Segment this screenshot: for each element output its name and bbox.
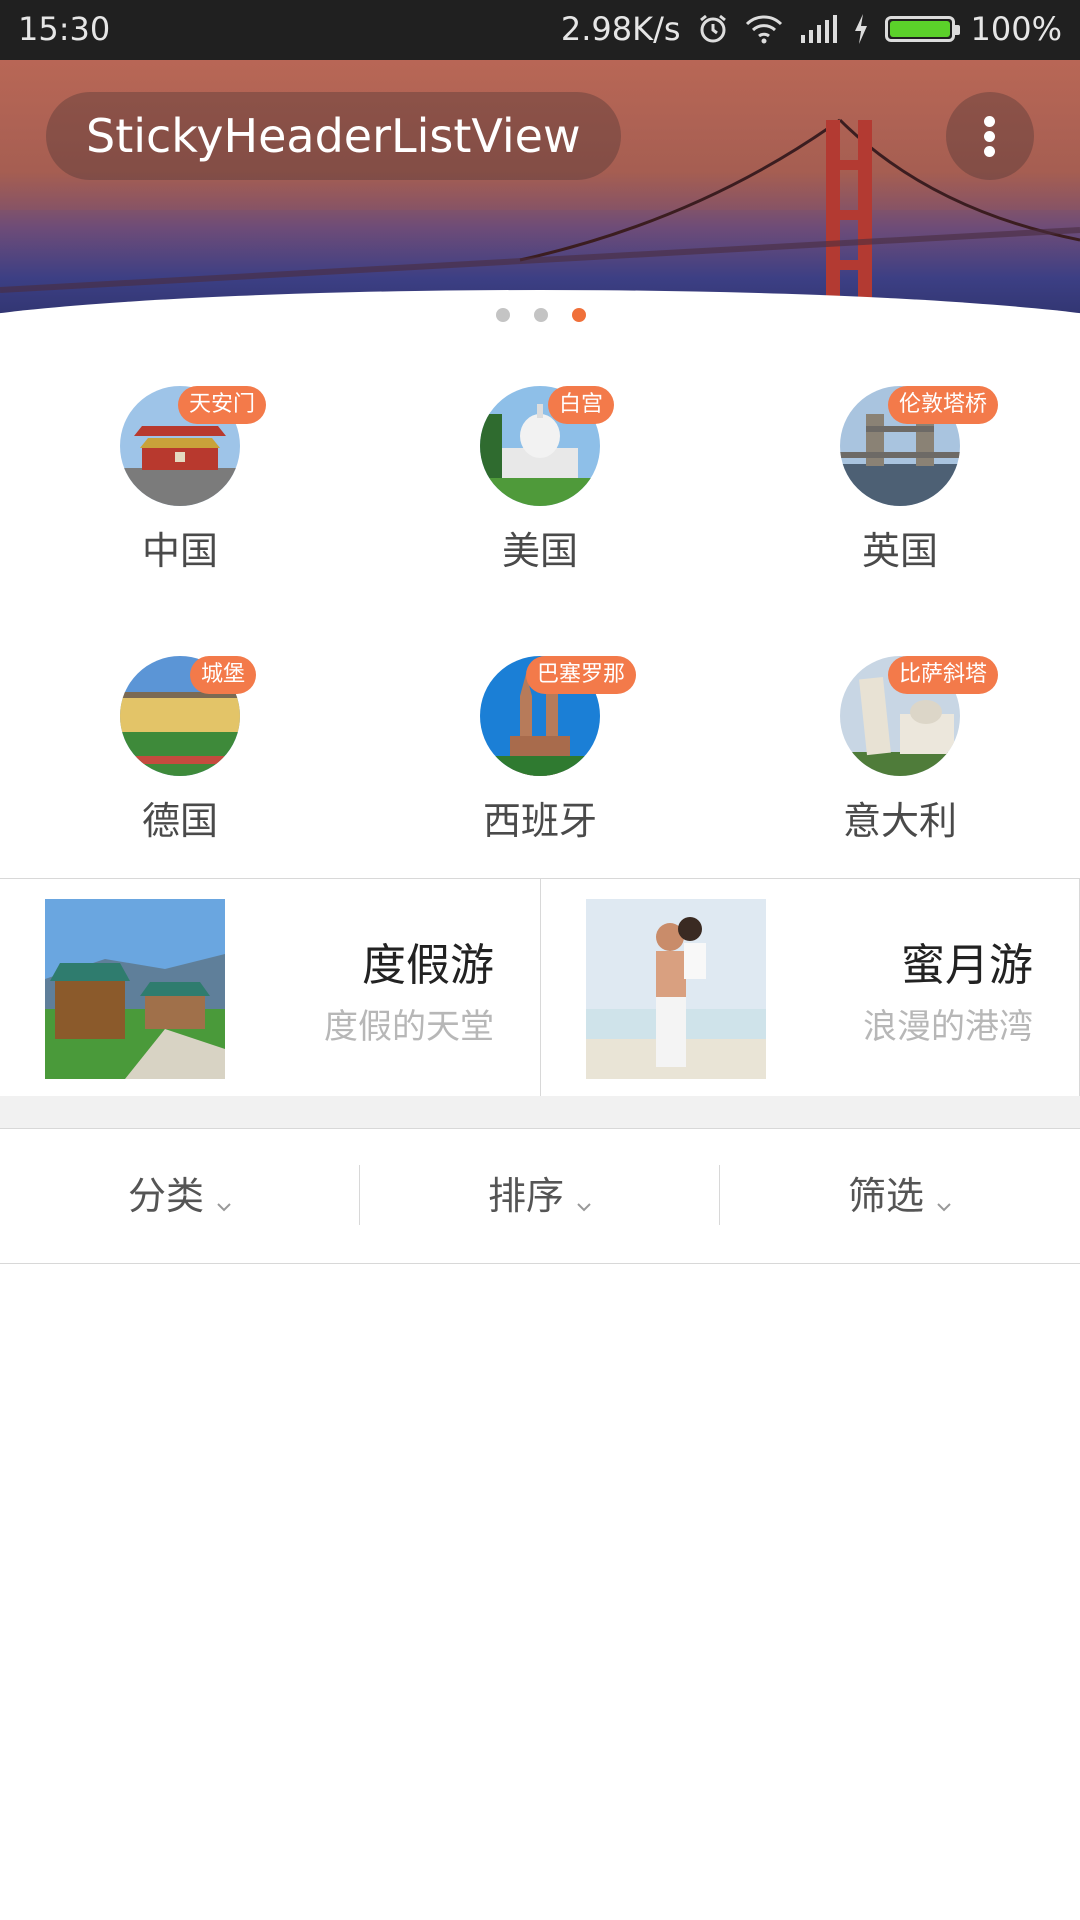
status-bar: 15:30 2.98K/s 100%: [0, 0, 1080, 60]
carousel-dot[interactable]: [496, 308, 510, 322]
promo-card-vacation[interactable]: 度假游 度假的天堂: [0, 879, 540, 1097]
promo-card-honeymoon[interactable]: 蜜月游 浪漫的港湾: [540, 879, 1080, 1097]
promo-title: 蜜月游: [901, 940, 1033, 991]
filter-label: 分类: [127, 1174, 204, 1218]
badge: 巴塞罗那: [526, 656, 637, 694]
carousel-indicator: [496, 308, 586, 322]
more-vert-icon[interactable]: [946, 92, 1034, 180]
app-title: StickyHeaderListView: [46, 92, 621, 180]
badge: 伦敦塔桥: [888, 386, 999, 424]
chevron-down-icon: [216, 1132, 232, 1266]
country-label: 西班牙: [482, 799, 597, 843]
network-speed: 2.98K/s: [560, 10, 681, 48]
promo-subtitle: 浪漫的港湾: [863, 1007, 1033, 1047]
destination-usa[interactable]: 白宫 美国: [360, 380, 720, 650]
country-label: 美国: [501, 529, 578, 573]
couple-beach-image: [586, 899, 766, 1079]
resort-image: [45, 899, 225, 1079]
battery-icon: [884, 16, 960, 42]
filter-bar: 分类 排序 筛选: [0, 1129, 1080, 1264]
carousel-dot[interactable]: [572, 308, 586, 322]
destination-china[interactable]: 天安门 中国: [0, 380, 360, 650]
country-label: 中国: [141, 529, 218, 573]
battery-percent: 100%: [970, 10, 1062, 48]
country-label: 德国: [141, 799, 218, 843]
promo-subtitle: 度假的天堂: [324, 1007, 494, 1047]
charging-icon: [853, 14, 869, 44]
promo-title: 度假游: [362, 940, 494, 991]
carousel-dot[interactable]: [534, 308, 548, 322]
filter-filter-dropdown[interactable]: 筛选: [720, 1129, 1080, 1263]
section-divider: [0, 1096, 1080, 1129]
alarm-icon: [697, 13, 729, 45]
destination-uk[interactable]: 伦敦塔桥 英国: [720, 380, 1080, 650]
filter-label: 排序: [487, 1174, 564, 1218]
chevron-down-icon: [936, 1132, 952, 1266]
filter-sort-dropdown[interactable]: 排序: [360, 1129, 720, 1263]
badge: 城堡: [190, 656, 257, 694]
status-time: 15:30: [18, 10, 111, 48]
badge: 白宫: [548, 386, 615, 424]
badge: 天安门: [178, 386, 267, 424]
country-label: 英国: [861, 529, 938, 573]
country-label: 意大利: [842, 799, 957, 843]
chevron-down-icon: [576, 1132, 592, 1266]
signal-icon: [799, 15, 837, 43]
filter-category-dropdown[interactable]: 分类: [0, 1129, 360, 1263]
status-icons: 2.98K/s 100%: [561, 10, 1062, 48]
filter-label: 筛选: [847, 1174, 924, 1218]
wifi-icon: [745, 14, 783, 44]
promo-section: 度假游 度假的天堂 蜜月游 浪漫的港湾: [0, 878, 1080, 1098]
badge: 比萨斜塔: [888, 656, 999, 694]
